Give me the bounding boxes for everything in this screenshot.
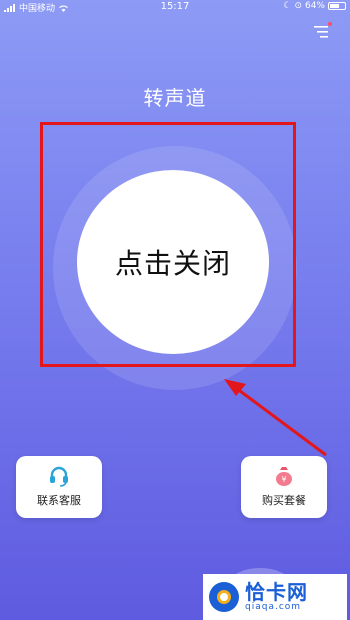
contact-service-label: 联系客服 bbox=[37, 494, 81, 507]
watermark-name: 恰卡网 bbox=[245, 580, 308, 605]
moon-icon: ☾ bbox=[283, 1, 292, 11]
close-button-label: 点击关闭 bbox=[114, 247, 231, 280]
close-button[interactable]: 点击关闭 bbox=[77, 170, 269, 354]
buy-package-card[interactable]: ¥ 购买套餐 bbox=[241, 456, 327, 518]
headset-icon bbox=[50, 466, 68, 487]
menu-button[interactable] bbox=[312, 22, 332, 40]
notification-dot bbox=[328, 22, 332, 26]
contact-service-card[interactable]: 联系客服 bbox=[16, 456, 102, 518]
battery-fill bbox=[330, 4, 339, 8]
battery-icon bbox=[328, 2, 346, 10]
watermark: 恰卡网 qiaqa.com bbox=[203, 574, 347, 620]
battery-percent: 64% bbox=[304, 1, 325, 11]
money-bag-icon: ¥ bbox=[276, 467, 292, 486]
watermark-logo bbox=[209, 582, 239, 612]
status-right: ☾ ⊙ 64% bbox=[283, 1, 346, 11]
watermark-url: qiaqa.com bbox=[245, 602, 302, 613]
rotation-lock-icon: ⊙ bbox=[294, 1, 302, 11]
page-title: 转声道 bbox=[143, 86, 207, 110]
status-bar: 中国移动 15:17 ☾ ⊙ 64% bbox=[0, 0, 350, 14]
buy-package-label: 购买套餐 bbox=[262, 494, 306, 507]
menu-icon bbox=[314, 26, 328, 38]
watermark-text: 恰卡网 qiaqa.com bbox=[245, 581, 308, 613]
svg-text:¥: ¥ bbox=[281, 475, 286, 484]
